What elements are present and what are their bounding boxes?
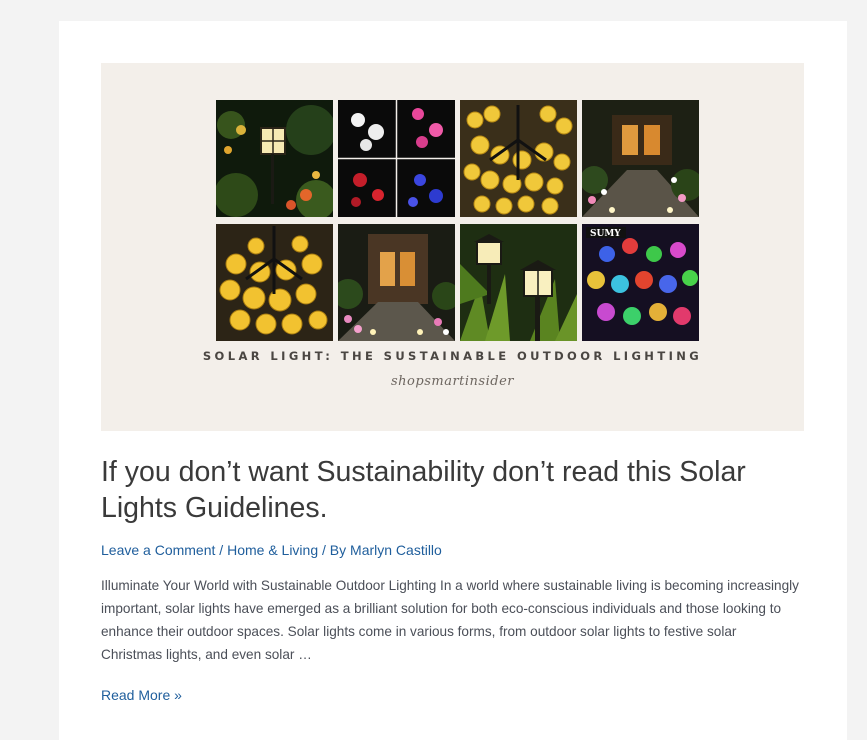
photo-solar-flowers <box>338 100 455 217</box>
leave-comment-link[interactable]: Leave a Comment <box>101 542 215 558</box>
photo-house-entrance <box>338 224 455 341</box>
photo-globe-lights-closeup <box>216 224 333 341</box>
banner-signature: shopsmartinsider <box>391 374 514 389</box>
post-meta: Leave a Comment / Home & Living / By Mar… <box>101 541 442 559</box>
photo-collage: SUMY <box>216 100 701 341</box>
author-link[interactable]: Marlyn Castillo <box>350 542 442 558</box>
post-excerpt: Illuminate Your World with Sustainable O… <box>101 578 799 662</box>
photo-house-path-lights <box>582 100 699 217</box>
photo-colorful-globe-lights: SUMY <box>582 224 699 341</box>
post-card: SUMY SOLAR LIGHT: THE SUSTAINABLE OUTDOO… <box>59 21 847 740</box>
banner-caption: SOLAR LIGHT: THE SUSTAINABLE OUTDOOR LIG… <box>202 349 703 363</box>
featured-image[interactable]: SUMY SOLAR LIGHT: THE SUSTAINABLE OUTDOO… <box>101 63 804 431</box>
photo-globe-string-lights <box>460 100 577 217</box>
post-title[interactable]: If you don’t want Sustainability don’t r… <box>101 454 801 526</box>
category-link[interactable]: Home & Living <box>227 542 318 558</box>
meta-separator: / <box>215 542 228 558</box>
read-more-link[interactable]: Read More » <box>101 687 182 703</box>
tile-brand-label: SUMY <box>590 229 621 239</box>
photo-garden-lantern <box>216 100 333 217</box>
photo-pathway-lanterns <box>460 224 577 341</box>
meta-separator-by: / By <box>318 542 351 558</box>
